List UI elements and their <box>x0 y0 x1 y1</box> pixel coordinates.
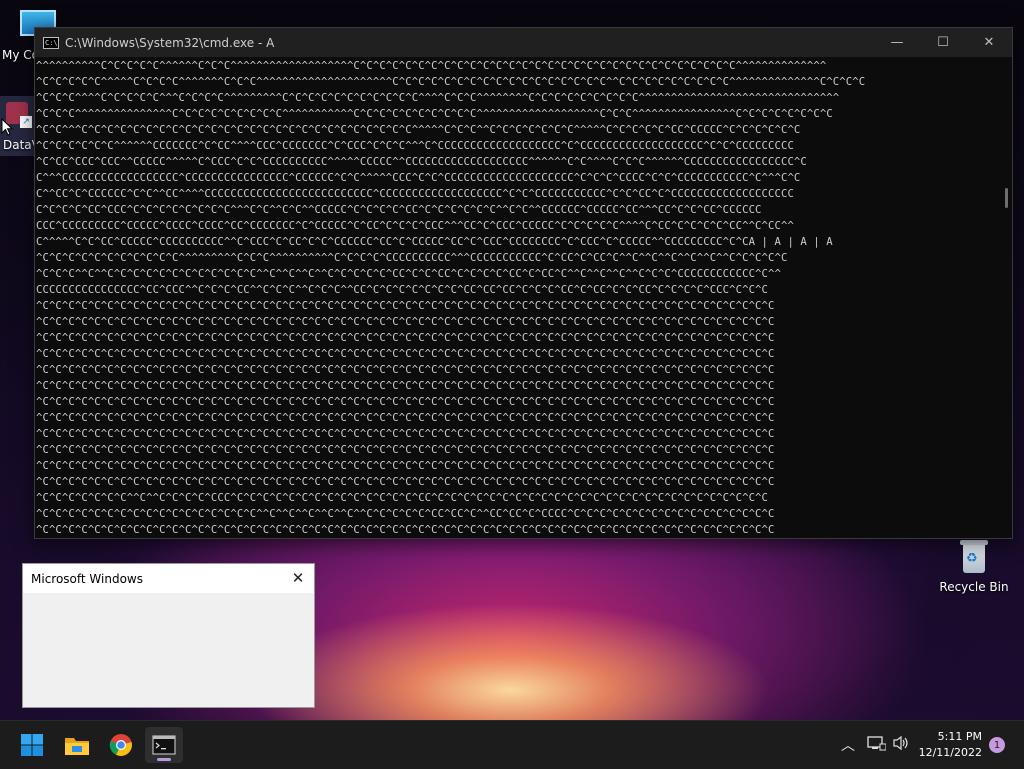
dialog-title-bar[interactable]: Microsoft Windows ✕ <box>23 564 314 593</box>
taskbar-clock[interactable]: 5:11 PM 12/11/2022 <box>919 729 982 761</box>
console-line: ^C^C^C^C^C^C^C^C^C^C^C^C^C^C^C^C^C^C^C^C… <box>36 332 775 344</box>
desktop-icon-label: Recycle Bin <box>939 580 1009 594</box>
minimize-button[interactable]: — <box>874 28 920 57</box>
console-line: ^C^C^C^C^C^C^C^C^C^C^C^C^C^C^C^C^C^C^C^C… <box>36 476 775 488</box>
console-line: C^C^C^C^CC^CCC^C^C^C^C^C^C^C^C^^^C^C^^C^… <box>36 204 762 216</box>
maximize-icon: ☐ <box>937 35 949 50</box>
console-line: ^C^C^C^^^^^^^^^^^^^^^C^C^C^C^C^C^C^C^C^^… <box>36 108 833 120</box>
taskbar-file-explorer[interactable] <box>58 727 96 763</box>
console-line: ^C^C^C^C^C^C^C^C^C^C^C^C^C^C^C^C^C^C^C^C… <box>36 444 775 456</box>
console-line: ^C^C^C^C^C^C^C^C^C^C^C^C^C^C^C^C^C^C^C^C… <box>36 300 775 312</box>
console-line: ^C^C^C^^^^C^C^C^C^C^^^C^C^C^C^^^^^^^^^C^… <box>36 92 840 104</box>
volume-icon[interactable] <box>892 735 910 755</box>
console-line: ^C^C^C^C^C^C^C^C^C^C^C^C^C^C^C^C^C^C^C^C… <box>36 380 775 392</box>
console-output[interactable]: ^^^^^^^^^^C^C^C^C^C^^^^^^C^C^C^^^^^^^^^^… <box>35 58 998 536</box>
console-line: C^^^CCCCCCCCCCCCCCCCCC^CCCCCCCCCCCCCCCC^… <box>36 172 801 184</box>
clock-time: 5:11 PM <box>937 730 982 743</box>
dialog-close-button[interactable]: ✕ <box>286 566 310 590</box>
console-line: CCC^CCCCCCCCC^CCCCC^CCCC^CCCC^CC^CCCCCCC… <box>36 220 794 232</box>
shortcut-arrow-icon: ↗ <box>20 116 32 128</box>
console-line: ^C^C^^^C^C^C^C^C^C^C^C^C^C^C^C^C^C^C^C^C… <box>36 124 801 136</box>
windows-start-icon <box>21 734 43 756</box>
console-line: ^C^C^C^C^C^C^^^^^^CCCCCCC^C^CC^^^^CCC^CC… <box>36 140 794 152</box>
active-indicator <box>157 758 171 761</box>
desktop-icon-label: DataV <box>3 138 40 152</box>
dialog-title: Microsoft Windows <box>31 571 143 586</box>
network-icon[interactable] <box>866 735 887 755</box>
console-line: ^C^C^C^C^C^C^C^C^C^C^C^C^C^C^C^C^C^C^C^C… <box>36 460 775 472</box>
console-line: C^^^^^C^C^CC^CCCCC^CCCCCCCCCC^^C^CCC^C^C… <box>36 236 833 248</box>
clock-date: 12/11/2022 <box>918 746 982 759</box>
close-icon: ✕ <box>291 569 305 587</box>
recycle-bin-icon: ♻ <box>960 540 988 574</box>
taskbar-terminal[interactable] <box>145 727 183 763</box>
notification-badge[interactable]: 1 <box>989 737 1005 753</box>
console-line: ^C^C^C^C^C^C^C^C^C^C^C^C^C^C^C^C^C^C^C^C… <box>36 524 775 536</box>
file-explorer-icon <box>65 738 89 755</box>
start-button[interactable] <box>13 727 51 763</box>
chevron-up-icon: ︿ <box>841 738 855 754</box>
cmd-title-bar[interactable]: C:\ C:\Windows\System32\cmd.exe - A — ☐ … <box>35 28 1012 57</box>
console-line: ^C^C^C^C^C^C^C^C^C^C^C^C^C^C^C^C^C^C^C^C… <box>36 348 775 360</box>
scrollbar-thumb[interactable] <box>1005 188 1008 208</box>
close-button[interactable]: ✕ <box>966 28 1012 57</box>
taskbar: ︿ 5:11 PM 12/11/2022 1 <box>0 720 1024 769</box>
tray-overflow-button[interactable]: ︿ <box>841 735 855 755</box>
console-line: C^^CC^C^CCCCCC^C^C^^CC^^^^CCCCCCCCCCCCCC… <box>36 188 794 200</box>
cmd-window[interactable]: C:\ C:\Windows\System32\cmd.exe - A — ☐ … <box>34 27 1013 539</box>
console-line: ^C^C^C^C^C^C^C^C^C^C^C^C^C^C^C^C^C^C^C^C… <box>36 412 775 424</box>
window-title: C:\Windows\System32\cmd.exe - A <box>65 35 275 50</box>
cmd-app-icon: C:\ <box>43 36 59 49</box>
console-line: ^C^C^C^^C^^C^C^C^C^C^C^C^C^C^C^C^C^^C^^C… <box>36 268 781 280</box>
console-line: ^C^C^C^C^C^C^C^C^C^C^C^C^C^C^C^C^C^C^C^C… <box>36 364 775 376</box>
close-icon: ✕ <box>983 35 995 50</box>
console-line: CCCCCCCCCCCCCCCC^CC^CCC^^C^C^C^CC^^C^C^C… <box>36 284 769 296</box>
console-line: ^C^C^C^C^C^^^^^C^C^C^C^^^^^^^C^C^C^^^^^^… <box>36 76 866 88</box>
dialog-window[interactable]: Microsoft Windows ✕ <box>22 563 315 708</box>
console-line: ^C^C^C^C^C^C^C^C^C^C^C^C^C^C^C^C^C^^C^^C… <box>36 508 775 520</box>
taskbar-chrome[interactable] <box>102 727 140 763</box>
desktop-icon-recycle-bin[interactable]: ♻ Recycle Bin <box>938 540 1010 594</box>
mouse-pointer-icon <box>1 118 13 136</box>
maximize-button[interactable]: ☐ <box>920 28 966 57</box>
console-line: ^C^C^C^C^C^C^C^C^C^C^C^C^C^C^C^C^C^C^C^C… <box>36 428 775 440</box>
console-line: ^C^C^C^C^C^C^C^C^C^C^C^C^C^C^C^C^C^C^C^C… <box>36 396 775 408</box>
console-line: ^C^C^C^C^C^C^C^C^C^C^C^C^C^C^C^C^C^C^C^C… <box>36 316 775 328</box>
console-line: ^C^CC^CCC^CCC^^CCCCC^^^^^C^CCC^C^C^CCCCC… <box>36 156 807 168</box>
console-line: ^C^C^C^C^C^C^C^C^C^C^C^^^^^^^^^C^C^C^^^^… <box>36 252 788 264</box>
console-line: ^C^C^C^C^C^C^C^^C^^C^C^C^C^CCC^C^C^C^C^C… <box>36 492 769 504</box>
minimize-icon: — <box>890 35 904 50</box>
console-line: ^^^^^^^^^^C^C^C^C^C^^^^^^C^C^C^^^^^^^^^^… <box>36 60 827 72</box>
chrome-icon <box>109 734 132 756</box>
terminal-icon <box>152 735 176 755</box>
